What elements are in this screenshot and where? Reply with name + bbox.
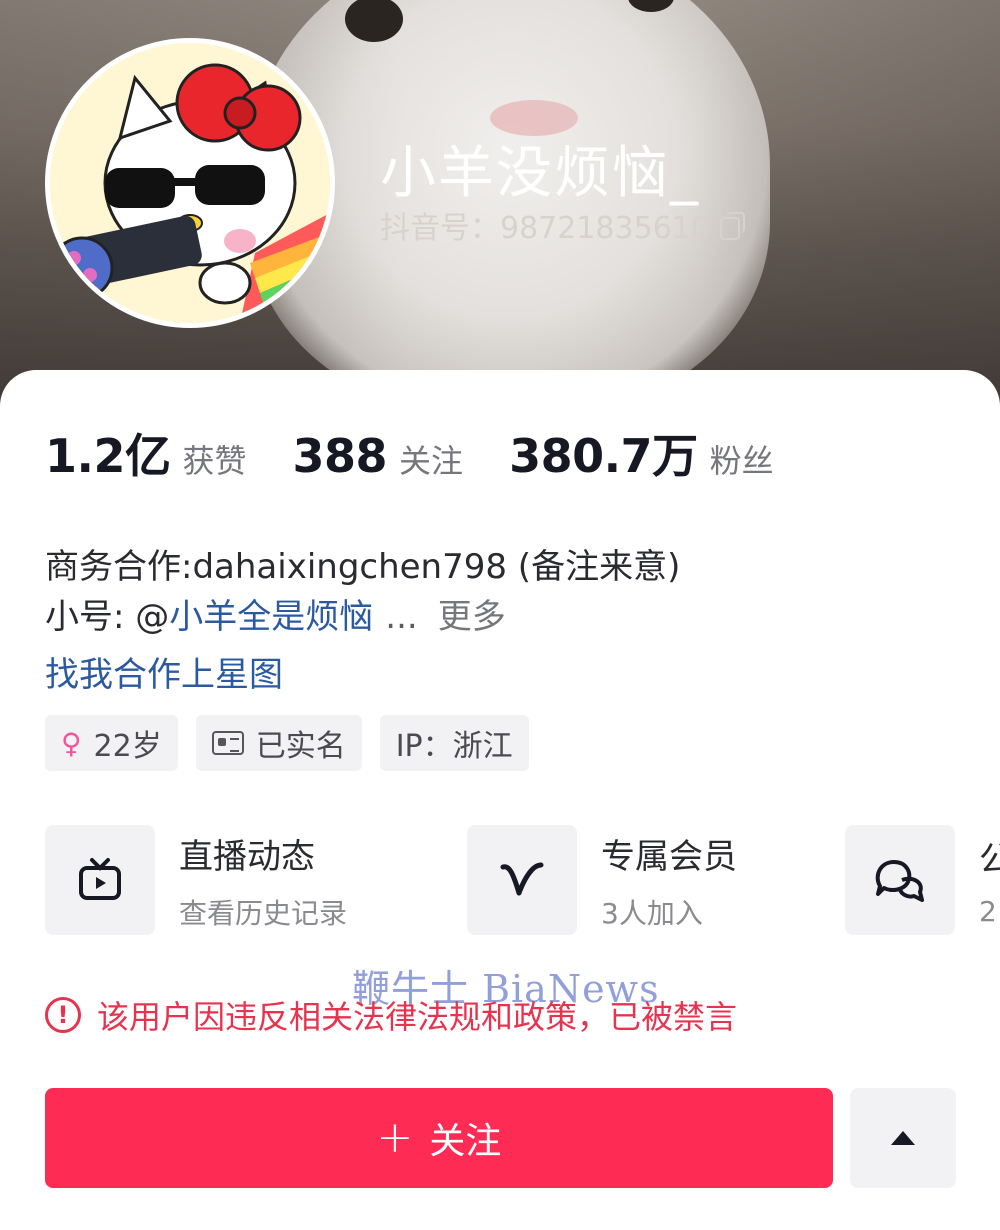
banned-notice: ! 该用户因违反相关法律法规和政策，已被禁言 xyxy=(45,992,737,1038)
profile-name: 小羊没烦恼_ xyxy=(380,141,700,206)
feature-group-chat[interactable]: 公 2 xyxy=(845,825,1000,935)
stat-label: 粉丝 xyxy=(709,442,774,480)
plus-icon: + xyxy=(376,1112,414,1163)
profile-tags: ♀ 22岁 已实名 IP：浙江 xyxy=(45,715,529,771)
feature-subtitle: 查看历史记录 xyxy=(179,896,348,930)
feature-subtitle: 2 xyxy=(979,895,997,928)
follow-button[interactable]: + 关注 xyxy=(45,1088,833,1188)
tv-icon xyxy=(79,858,121,900)
stat-label: 获赞 xyxy=(182,442,247,480)
feature-title: 公 xyxy=(979,840,1000,880)
profile-card: 1.2亿 获赞 388 关注 380.7万 粉丝 商务合作:dahaixingc… xyxy=(0,370,1000,1230)
alt-account-link[interactable]: 小羊全是烦恼 xyxy=(169,597,373,637)
bio-alt-line: 小号: @小羊全是烦恼... 更多 xyxy=(45,592,680,642)
feature-title: 直播动态 xyxy=(179,836,315,877)
stat-following[interactable]: 388 关注 xyxy=(293,429,464,483)
bio-more-link[interactable]: 更多 xyxy=(438,597,506,637)
tag-ip-label: IP：浙江 xyxy=(395,729,513,764)
bio: 商务合作:dahaixingchen798 (备注来意) 小号: @小羊全是烦恼… xyxy=(45,542,680,700)
douyin-id-row: 抖音号：98721835610 xyxy=(380,203,745,247)
tag-ip: IP：浙江 xyxy=(379,715,529,771)
tag-verified[interactable]: 已实名 xyxy=(195,715,362,771)
stat-value: 388 xyxy=(292,429,388,483)
chat-bubbles-icon xyxy=(875,860,924,902)
stat-label: 关注 xyxy=(399,442,464,480)
stat-likes: 1.2亿 获赞 xyxy=(45,420,247,486)
feature-title: 专属会员 xyxy=(601,836,737,877)
bio-business-line: 商务合作:dahaixingchen798 (备注来意) xyxy=(45,547,681,587)
feature-shortcuts: 直播动态 查看历史记录 专属会员 3人加入 公 2 xyxy=(45,825,1000,940)
id-card-icon xyxy=(211,731,244,755)
feature-membership[interactable]: 专属会员 3人加入 xyxy=(467,825,737,935)
douyin-id: 抖音号：98721835610 xyxy=(380,211,710,246)
tag-age: ♀ 22岁 xyxy=(45,715,178,771)
feature-live-history[interactable]: 直播动态 查看历史记录 xyxy=(45,825,347,935)
female-gender-icon: ♀ xyxy=(61,726,82,760)
tag-age-label: 22岁 xyxy=(93,729,162,764)
stat-value: 1.2亿 xyxy=(45,429,171,483)
alt-prefix: 小号: @ xyxy=(45,597,170,637)
stats-row: 1.2亿 获赞 388 关注 380.7万 粉丝 xyxy=(45,420,820,486)
feature-subtitle: 3人加入 xyxy=(601,896,703,930)
banned-notice-text: 该用户因违反相关法律法规和政策，已被禁言 xyxy=(97,998,738,1036)
v-member-icon xyxy=(500,862,544,896)
copy-icon[interactable] xyxy=(719,212,745,240)
expand-button[interactable] xyxy=(850,1088,956,1188)
stat-followers[interactable]: 380.7万 粉丝 xyxy=(509,420,774,486)
bio-ellipsis: ... xyxy=(385,597,418,637)
stat-value: 380.7万 xyxy=(509,429,698,483)
warning-icon: ! xyxy=(45,997,81,1033)
caret-up-icon xyxy=(891,1131,915,1145)
star-map-link[interactable]: 找我合作上星图 xyxy=(45,650,680,700)
hello-kitty-avatar-icon xyxy=(50,43,330,323)
tag-verified-label: 已实名 xyxy=(255,729,346,764)
follow-label: 关注 xyxy=(429,1121,502,1162)
avatar[interactable] xyxy=(45,38,335,328)
